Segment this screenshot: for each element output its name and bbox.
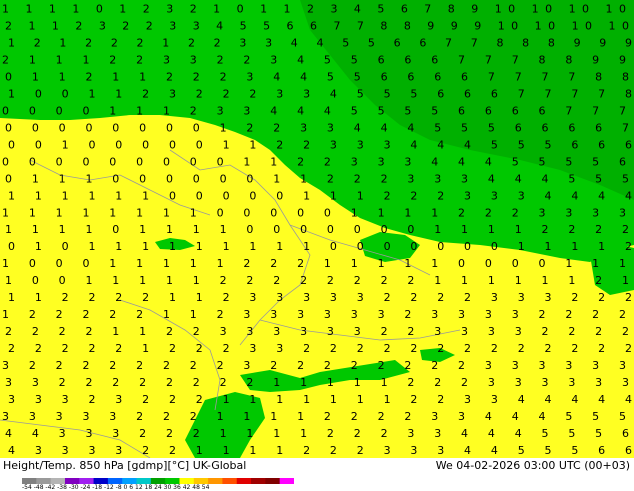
legend-swatch [265,478,281,484]
map-canvas: 1 1 1 1 0 1 2 3 2 1 0 1 1 2 3 4 5 6 7 8 … [0,0,634,458]
legend-swatch [279,478,294,484]
legend-swatch [222,478,238,484]
weather-map: 1 1 1 1 0 1 2 3 2 1 0 1 1 2 3 4 5 6 7 8 … [0,0,634,458]
label-row: 1 2 1 2 2 2 1 2 2 3 3 4 4 5 5 6 6 7 7 8 … [8,37,632,50]
legend-swatch [208,478,223,484]
forecast-datetime: We 04-02-2026 03:00 UTC (00+03) [435,459,630,472]
footer-bar: Height/Temp. 850 hPa [gdmp][°C] UK-Globa… [0,458,634,491]
legend-swatch [236,478,252,484]
map-title: Height/Temp. 850 hPa [gdmp][°C] UK-Globa… [3,459,247,472]
legend-swatch [251,478,266,484]
